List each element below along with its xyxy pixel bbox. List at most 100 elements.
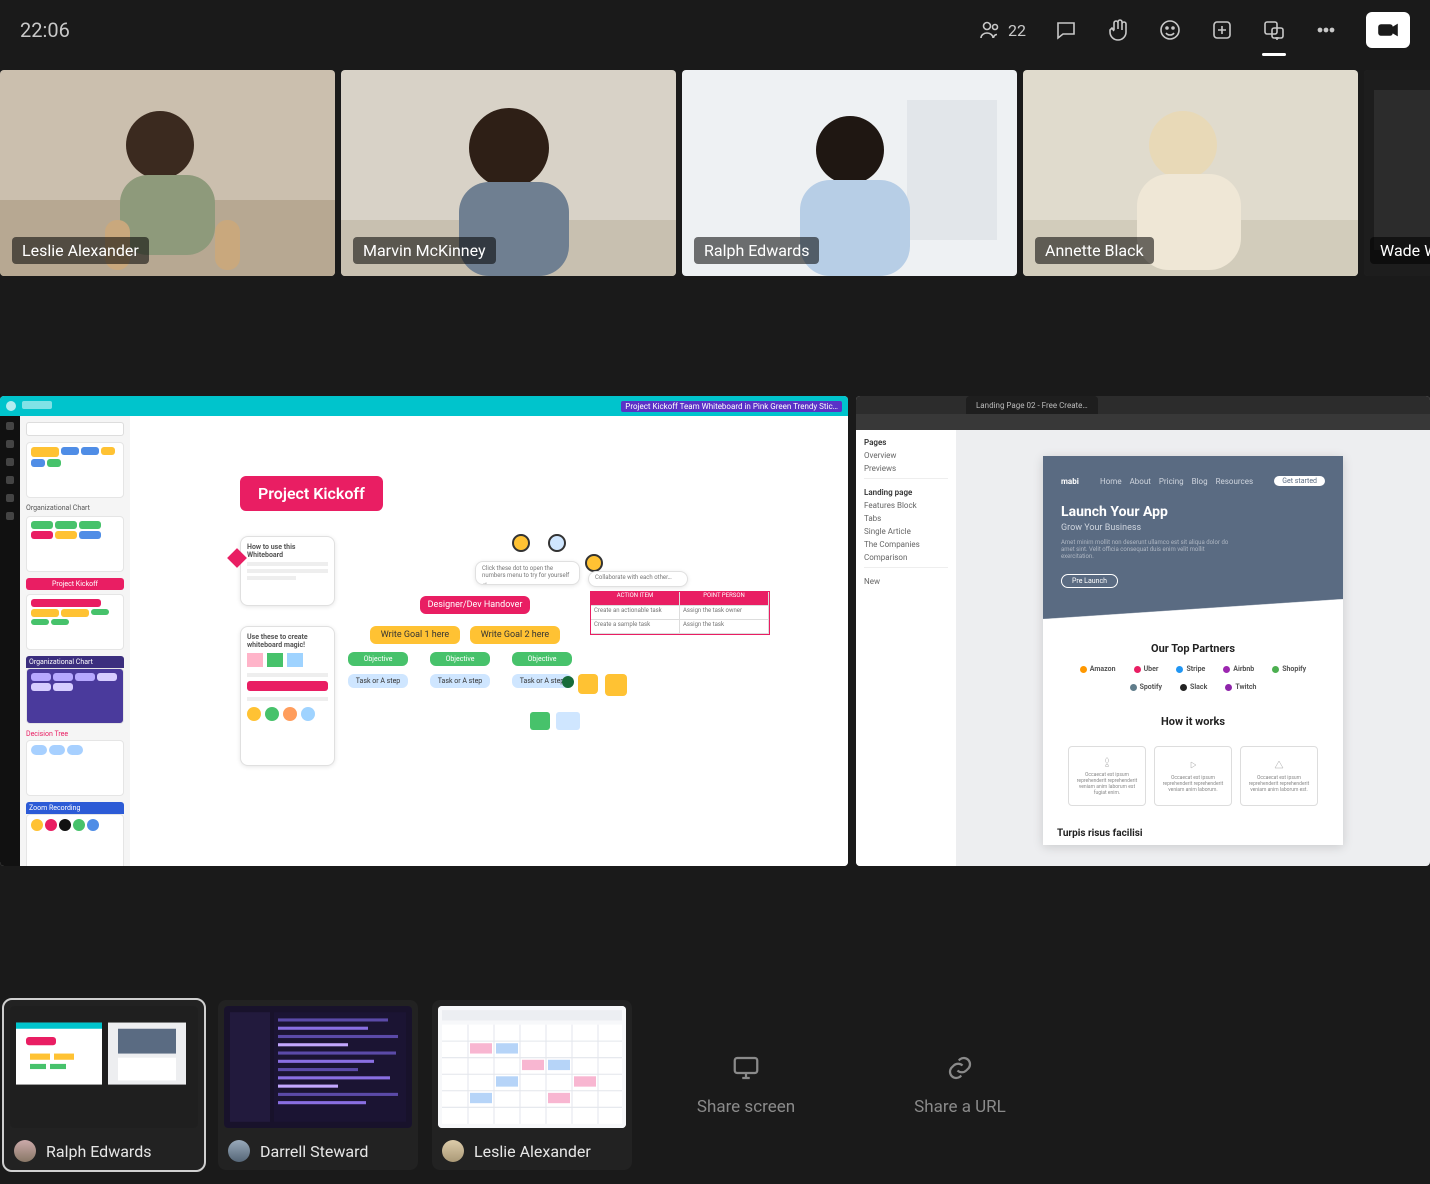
avatar <box>228 1140 250 1162</box>
call-timer: 22:06 <box>20 18 70 42</box>
presenter-name: Leslie Alexander <box>474 1142 591 1161</box>
participant-name: Wade Warren <box>1370 237 1430 264</box>
doc-title: Project Kickoff Team Whiteboard in Pink … <box>621 401 842 412</box>
lp-cta-button[interactable]: Pre Launch <box>1061 574 1118 588</box>
landing-page-frame[interactable]: mabi HomeAboutPricingBlogResources Get s… <box>1043 456 1343 845</box>
share-thumbnail[interactable]: Ralph Edwards <box>4 1000 204 1170</box>
sticky[interactable] <box>530 712 550 730</box>
lp-heading: Launch Your App <box>1061 504 1325 520</box>
avatar-icon <box>585 554 603 572</box>
link-icon <box>945 1053 975 1083</box>
participant-tile[interactable]: Marvin McKinney <box>341 70 676 276</box>
sticky-note[interactable]: How to use this Whiteboard <box>240 536 335 606</box>
figma-titlebar <box>856 396 1430 414</box>
people-icon <box>978 18 1002 42</box>
tree-node[interactable]: Write Goal 1 here <box>370 626 460 644</box>
participant-tile[interactable]: Wade Warren <box>1364 70 1430 276</box>
add-app-button[interactable] <box>1210 18 1234 42</box>
share-presenter-row: Ralph Edwards <box>4 1134 204 1170</box>
chat-icon <box>1054 18 1078 42</box>
share-url-button[interactable]: Share a URL <box>860 1000 1060 1170</box>
participant-strip: Leslie Alexander Marvin McKinney Ralph E… <box>0 60 1430 276</box>
participant-name: Leslie Alexander <box>12 237 149 264</box>
tree-node[interactable]: Task or A step <box>348 674 408 688</box>
how-card: Occaecat est ipsum reprehenderit reprehe… <box>1240 746 1318 806</box>
participant-tile[interactable]: Leslie Alexander <box>0 70 335 276</box>
template-thumb[interactable] <box>26 594 124 650</box>
more-icon <box>1314 18 1338 42</box>
camera-toggle-button[interactable] <box>1366 12 1410 48</box>
share-thumbnail[interactable]: Leslie Alexander <box>432 1000 632 1170</box>
figma-canvas[interactable]: mabi HomeAboutPricingBlogResources Get s… <box>956 430 1430 866</box>
presenter-name: Ralph Edwards <box>46 1142 151 1161</box>
tree-root[interactable]: Designer/Dev Handover <box>420 596 530 614</box>
canva-templates-panel[interactable]: Organizational Chart Project Kickoff Org… <box>20 416 130 866</box>
monitor-icon <box>731 1053 761 1083</box>
lp-partners: Amazon Uber Stripe Airbnb Shopify Spotif… <box>1043 665 1343 691</box>
participants-button[interactable]: 22 <box>978 18 1026 42</box>
participant-tile[interactable]: Ralph Edwards <box>682 70 1017 276</box>
view-layout-button[interactable] <box>1262 18 1286 42</box>
share-tray: Ralph Edwards Darrel <box>0 990 1430 1184</box>
share-presenter-row: Darrell Steward <box>218 1134 418 1170</box>
sticky[interactable] <box>556 712 580 730</box>
how-card: Occaecat est ipsum reprehenderit reprehe… <box>1068 746 1146 806</box>
share-preview <box>10 1006 198 1128</box>
avatar-icon <box>548 534 566 552</box>
speech-bubble: Collaborate with each other… <box>588 571 688 587</box>
add-app-icon <box>1210 18 1234 42</box>
share-presenter-row: Leslie Alexander <box>432 1134 632 1170</box>
meeting-top-bar: 22:06 22 <box>0 0 1430 60</box>
presenter-name: Darrell Steward <box>260 1142 368 1161</box>
camera-icon <box>1376 18 1400 42</box>
tree-node[interactable]: Task or A step <box>430 674 490 688</box>
shared-screen-figma[interactable]: Landing Page 02 - Free Create… Pages Ove… <box>856 396 1430 866</box>
raise-hand-button[interactable] <box>1106 18 1130 42</box>
participant-tile[interactable]: Annette Black <box>1023 70 1358 276</box>
raise-hand-icon <box>1106 18 1130 42</box>
figma-toolbar[interactable] <box>856 414 1430 430</box>
action-item-table[interactable]: ACTION ITEMPOINT PERSON Create an action… <box>590 591 770 635</box>
template-label: Zoom Recording <box>26 802 124 814</box>
canva-tool-rail[interactable] <box>0 416 20 866</box>
shared-screen-whiteboard[interactable]: Project Kickoff Team Whiteboard in Pink … <box>0 396 848 866</box>
sticky[interactable] <box>605 674 627 696</box>
template-thumb[interactable] <box>26 442 124 498</box>
sticky-note[interactable]: Use these to create whiteboard magic! <box>240 626 335 766</box>
template-thumb[interactable] <box>26 740 124 796</box>
figma-pages-panel[interactable]: Pages Overview Previews Landing page Fea… <box>856 430 956 866</box>
template-thumb[interactable] <box>26 516 124 572</box>
lp-how-title: How it works <box>1043 715 1343 728</box>
template-label: Decision Tree <box>26 730 124 738</box>
how-card: Occaecat est ipsum reprehenderit reprehe… <box>1154 746 1232 806</box>
avatar <box>14 1140 36 1162</box>
emoji-icon <box>1158 18 1182 42</box>
lp-how-row: Occaecat est ipsum reprehenderit reprehe… <box>1043 738 1343 822</box>
template-thumb[interactable] <box>26 668 124 724</box>
lp-nav: mabi HomeAboutPricingBlogResources Get s… <box>1061 476 1325 486</box>
share-thumbnail[interactable]: Darrell Steward <box>218 1000 418 1170</box>
lp-next-section: Turpis risus facilisi <box>1043 822 1343 845</box>
more-button[interactable] <box>1314 18 1338 42</box>
reactions-button[interactable] <box>1158 18 1182 42</box>
tree-node[interactable]: Objective <box>512 652 572 666</box>
tree-node[interactable]: Objective <box>348 652 408 666</box>
cursor-avatar <box>578 674 598 694</box>
remote-cursor-icon <box>562 676 574 688</box>
template-thumb[interactable] <box>26 814 124 866</box>
lp-partners-title: Our Top Partners <box>1043 642 1343 655</box>
tree-node[interactable]: Objective <box>430 652 490 666</box>
avatar-icon <box>512 534 530 552</box>
avatar <box>442 1140 464 1162</box>
tree-node[interactable]: Write Goal 2 here <box>470 626 560 644</box>
participant-name: Annette Black <box>1035 237 1154 264</box>
share-preview <box>224 1006 412 1128</box>
figma-tab[interactable]: Landing Page 02 - Free Create… <box>966 396 1098 414</box>
template-label: Organizational Chart <box>26 656 124 668</box>
template-search[interactable] <box>26 422 124 436</box>
share-screen-button[interactable]: Share screen <box>646 1000 846 1170</box>
lp-nav-cta[interactable]: Get started <box>1274 476 1325 486</box>
lp-hero-text: Amet minim mollit non deserunt ullamco e… <box>1061 539 1231 560</box>
chat-button[interactable] <box>1054 18 1078 42</box>
whiteboard-canvas[interactable]: Project Kickoff How to use this Whiteboa… <box>130 416 848 866</box>
